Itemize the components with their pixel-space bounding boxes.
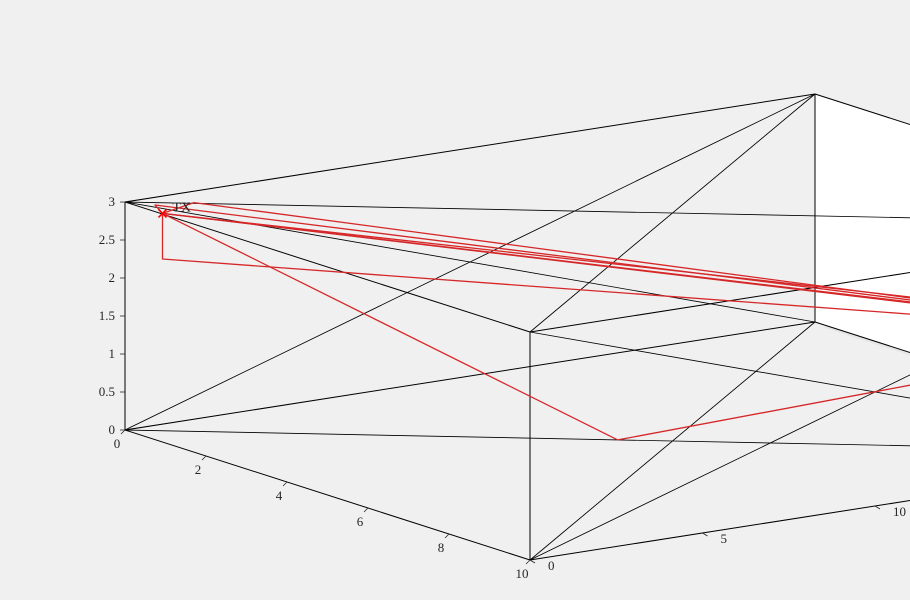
y-tick-label: 5 <box>721 531 728 546</box>
ray-1 <box>163 203 910 335</box>
z-tick-label: 2 <box>109 270 116 285</box>
ray-2 <box>155 205 910 334</box>
z-tick-label: 0 <box>109 422 116 437</box>
box-diagonal <box>530 332 910 452</box>
z-tick-label: 0.5 <box>99 384 115 399</box>
y-tick-label: 10 <box>893 504 906 519</box>
x-tick-label: 2 <box>195 462 202 477</box>
x-tick-label: 8 <box>438 540 445 555</box>
figure-canvas: 00.511.522.53024681005101520TXRX <box>0 0 910 600</box>
box-edge <box>125 430 530 560</box>
box-edge <box>125 94 815 202</box>
x-tick-label: 6 <box>357 514 364 529</box>
x-tick <box>202 456 206 460</box>
z-tick-label: 2.5 <box>99 232 115 247</box>
box-wireframe <box>125 94 910 560</box>
box-edge <box>125 322 815 430</box>
x-tick <box>121 430 125 434</box>
plot-3d: 00.511.522.53024681005101520TXRX <box>0 0 910 600</box>
y-tick <box>703 533 708 536</box>
y-tick <box>530 560 535 563</box>
x-tick-label: 0 <box>114 436 121 451</box>
x-tick <box>526 560 530 564</box>
x-tick <box>283 482 287 486</box>
TX-label: TX <box>173 200 192 215</box>
box-diagonal <box>125 430 910 452</box>
x-tick-label: 4 <box>276 488 283 503</box>
box-diagonal <box>530 322 815 560</box>
x-tick <box>364 508 368 512</box>
markers: TXRX <box>159 200 910 338</box>
ray-4 <box>163 213 910 335</box>
box-edge <box>125 202 530 332</box>
z-tick-label: 1.5 <box>99 308 115 323</box>
y-tick-label: 0 <box>548 558 555 573</box>
x-tick <box>445 534 449 538</box>
box-diagonal <box>125 202 815 322</box>
z-tick-label: 1 <box>109 346 116 361</box>
z-tick-label: 3 <box>109 194 116 209</box>
box-diagonal <box>125 202 910 224</box>
ray-paths <box>155 203 910 440</box>
y-tick <box>875 506 880 509</box>
x-tick-label: 10 <box>516 566 529 581</box>
